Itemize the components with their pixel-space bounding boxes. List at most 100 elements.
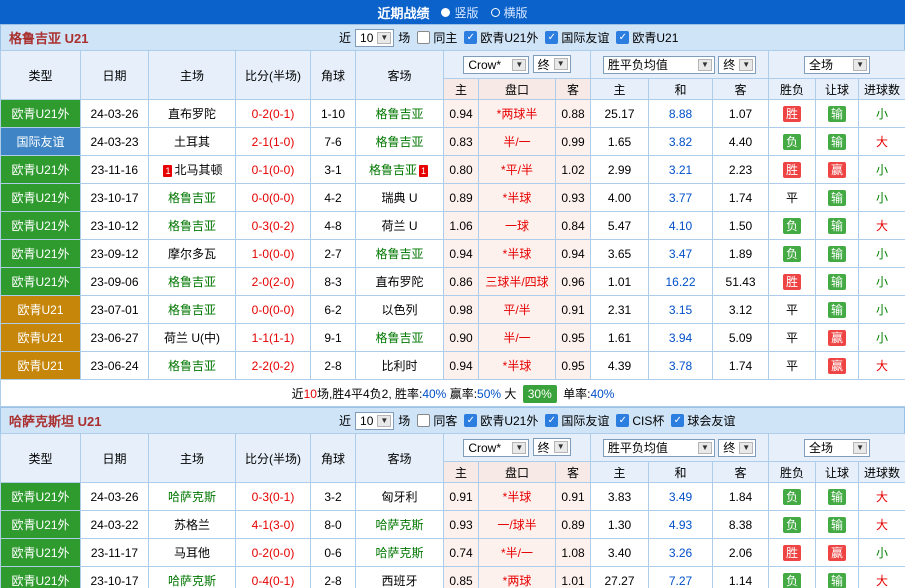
final-avg-select[interactable]: 终 ▼ — [718, 55, 757, 74]
team-name-link[interactable]: 格鲁吉亚 — [369, 163, 417, 177]
team-name-link[interactable]: 瑞典 U — [381, 191, 417, 205]
odds-company-select[interactable]: Crow* ▼ — [463, 438, 530, 457]
team-name-link[interactable]: 格鲁吉亚 — [168, 219, 216, 233]
col-result: 胜负 — [768, 461, 817, 483]
team-name-link[interactable]: 西班牙 — [381, 574, 417, 588]
col-avg-draw: 和 — [648, 78, 714, 100]
handicap-result-badge: 赢 — [828, 357, 847, 374]
corners: 3-2 — [310, 482, 356, 511]
match-score: 4-1(3-0) — [235, 510, 311, 539]
scope-select[interactable]: 全场 ▼ — [804, 438, 871, 457]
team-name-link[interactable]: 格鲁吉亚 — [375, 331, 423, 345]
final-avg-select[interactable]: 终 ▼ — [718, 438, 757, 457]
checkbox-icon[interactable]: ✓ — [671, 414, 685, 427]
team-name-link[interactable]: 格鲁吉亚 — [375, 247, 423, 261]
team-name-link[interactable]: 哈萨克斯 — [375, 546, 423, 560]
match-date: 23-09-12 — [80, 239, 149, 268]
competition-filter[interactable]: ✓ 国际友谊 — [545, 412, 609, 429]
team-name-link[interactable]: 直布罗陀 — [168, 107, 216, 121]
checkbox-icon[interactable] — [417, 414, 431, 427]
odds-away: 0.88 — [554, 99, 592, 128]
handicap-line: 平/半 — [478, 295, 556, 324]
handicap-result: 输 — [815, 510, 860, 539]
match-row: 欧青U21外 23-10-12 格鲁吉亚 0-3(0-2) 4-8 荷兰 U 1.06 一球 0… — [0, 211, 905, 240]
handicap-line: *半/一 — [478, 538, 556, 567]
col-let: 让球 — [815, 78, 860, 100]
team-name-link[interactable]: 哈萨克斯 — [168, 490, 216, 504]
odds-home: 0.80 — [443, 155, 479, 184]
col-type: 类型 — [0, 433, 81, 483]
checkbox-icon[interactable]: ✓ — [545, 31, 559, 44]
same-venue-filter[interactable]: 同客 — [417, 412, 457, 429]
col-avg-away: 客 — [712, 461, 770, 483]
handicap-line: 半/一 — [478, 323, 556, 352]
checkbox-icon[interactable] — [417, 31, 431, 44]
summary-part: 场,胜4平4负2, 胜率: — [316, 386, 423, 401]
match-date: 23-07-01 — [80, 295, 149, 324]
match-date: 23-10-17 — [80, 183, 149, 212]
radio-icon[interactable] — [490, 7, 500, 17]
odds-home: 0.89 — [443, 183, 479, 212]
avg-select[interactable]: 胜平负均值 ▼ — [602, 55, 715, 74]
avg-draw: 3.49 — [648, 482, 714, 511]
match-score: 1-0(0-0) — [235, 239, 311, 268]
avg-home: 2.99 — [590, 155, 650, 184]
competition-filter[interactable]: ✓ 球会友谊 — [671, 412, 735, 429]
competition-filter[interactable]: ✓ CIS杯 — [616, 412, 664, 429]
checkbox-icon[interactable]: ✓ — [616, 414, 630, 427]
same-venue-filter[interactable]: 同主 — [417, 29, 457, 46]
team-name-link[interactable]: 马耳他 — [174, 546, 210, 560]
layout-radio-horizontal[interactable]: 横版 — [490, 4, 528, 21]
chevron-down-icon: ▼ — [697, 441, 712, 454]
handicap-result-badge: 赢 — [828, 329, 847, 346]
team-name-link[interactable]: 北马其顿 — [174, 163, 222, 177]
away-team: 直布罗陀 — [355, 267, 444, 296]
home-team: 哈萨克斯 — [148, 482, 236, 511]
match-row: 欧青U21外 23-11-16 1 北马其顿 0-1(0-0) 3-1 格鲁吉亚 1 0.80 *… — [0, 155, 905, 184]
team-name-link[interactable]: 荷兰 U(中) — [164, 331, 220, 345]
match-result: 平 — [768, 323, 817, 352]
radio-icon[interactable] — [441, 7, 451, 17]
team-name-link[interactable]: 土耳其 — [174, 135, 210, 149]
away-team: 以色列 — [355, 295, 444, 324]
scope-select-value: 全场 — [809, 58, 834, 72]
final-odds-select[interactable]: 终 ▼ — [532, 438, 571, 457]
match-score: 2-0(2-0) — [235, 267, 311, 296]
team-name-link[interactable]: 荷兰 U — [381, 219, 417, 233]
final-odds-select[interactable]: 终 ▼ — [532, 55, 571, 74]
checkbox-icon[interactable]: ✓ — [545, 414, 559, 427]
match-type: 欧青U21外 — [0, 538, 81, 567]
team-name-link[interactable]: 格鲁吉亚 — [375, 135, 423, 149]
team-name-link[interactable]: 哈萨克斯 — [168, 574, 216, 588]
competition-filter[interactable]: ✓ 欧青U21 — [616, 29, 678, 46]
avg-draw: 3.26 — [648, 538, 714, 567]
handicap-result: 输 — [815, 295, 860, 324]
scope-select[interactable]: 全场 ▼ — [804, 55, 871, 74]
team-name-link[interactable]: 匈牙利 — [381, 490, 417, 504]
odds-home: 0.93 — [443, 510, 479, 539]
competition-filter[interactable]: ✓ 国际友谊 — [545, 29, 609, 46]
match-count-select[interactable]: 10 ▼ — [355, 411, 395, 430]
team-name-link[interactable]: 苏格兰 — [174, 518, 210, 532]
team-name-link[interactable]: 格鲁吉亚 — [168, 191, 216, 205]
odds-company-select[interactable]: Crow* ▼ — [463, 55, 530, 74]
checkbox-icon[interactable]: ✓ — [464, 414, 478, 427]
team-name-link[interactable]: 以色列 — [381, 303, 417, 317]
checkbox-icon[interactable]: ✓ — [464, 31, 478, 44]
layout-radio-vertical[interactable]: 竖版 — [441, 4, 479, 21]
team-name-link[interactable]: 比利时 — [381, 359, 417, 373]
team-name-link[interactable]: 格鲁吉亚 — [168, 303, 216, 317]
team-name-link[interactable]: 格鲁吉亚 — [375, 107, 423, 121]
final-avg-value: 终 — [723, 441, 736, 455]
team-name-link[interactable]: 直布罗陀 — [375, 275, 423, 289]
team-name-link[interactable]: 摩尔多瓦 — [168, 247, 216, 261]
avg-select[interactable]: 胜平负均值 ▼ — [602, 438, 715, 457]
competition-filter[interactable]: ✓ 欧青U21外 — [464, 29, 538, 46]
team-name-link[interactable]: 格鲁吉亚 — [168, 359, 216, 373]
match-score: 0-3(0-2) — [235, 211, 311, 240]
checkbox-icon[interactable]: ✓ — [616, 31, 630, 44]
match-count-select[interactable]: 10 ▼ — [355, 28, 395, 47]
team-name-link[interactable]: 哈萨克斯 — [375, 518, 423, 532]
competition-filter[interactable]: ✓ 欧青U21外 — [464, 412, 538, 429]
team-name-link[interactable]: 格鲁吉亚 — [168, 275, 216, 289]
